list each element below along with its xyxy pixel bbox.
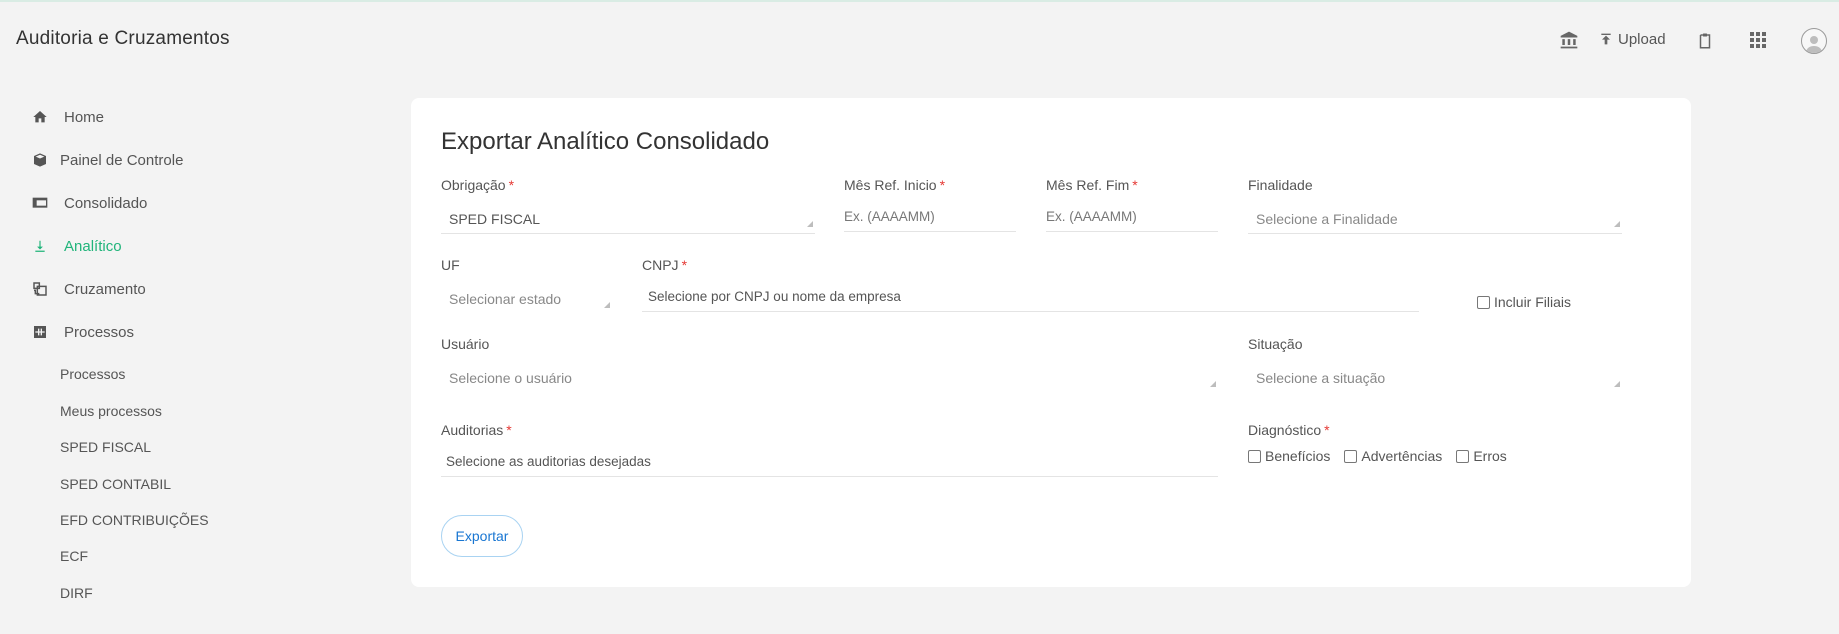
sidebar-subitem-meus-processos[interactable]: Meus processos	[60, 403, 162, 419]
sidebar-item-home[interactable]: Home	[30, 108, 104, 126]
auditorias-select[interactable]: Selecione as auditorias desejadas	[441, 447, 1218, 477]
diagnostico-option-label: Erros	[1473, 448, 1507, 464]
incluir-filiais-label: Incluir Filiais	[1494, 294, 1572, 310]
select-arrow-icon	[604, 302, 610, 308]
uf-label: UF	[441, 257, 460, 273]
finalidade-select[interactable]: Selecione a Finalidade	[1248, 204, 1622, 234]
sidebar-item-cruzamento[interactable]: Cruzamento	[30, 280, 146, 298]
diagnostico-erros-checkbox[interactable]: Erros	[1456, 448, 1507, 464]
apps-grid-icon[interactable]	[1750, 32, 1766, 48]
sidebar-item-label: Processos	[64, 323, 135, 341]
sidebar-subitem-efd-contribuicoes[interactable]: EFD CONTRIBUIÇÕES	[60, 512, 209, 528]
home-icon	[30, 108, 50, 126]
select-arrow-icon	[807, 221, 813, 227]
diagnostico-beneficios-checkbox[interactable]: Benefícios	[1248, 448, 1330, 464]
sidebar-subitem-sped-contabil[interactable]: SPED CONTABIL	[60, 476, 171, 492]
obrigacao-value: SPED FISCAL	[449, 210, 541, 227]
select-arrow-icon	[1210, 381, 1216, 387]
obrigacao-select[interactable]: SPED FISCAL	[441, 204, 815, 234]
user-avatar-icon[interactable]	[1801, 28, 1827, 54]
situacao-select[interactable]: Selecione a situação	[1248, 363, 1622, 393]
auditorias-label: Auditorias *	[441, 422, 512, 438]
diagnostico-advertencias-checkbox[interactable]: Advertências	[1344, 448, 1442, 464]
finalidade-label: Finalidade	[1248, 177, 1313, 193]
mes-inicio-placeholder: Ex. (AAAAMM)	[844, 209, 935, 224]
cnpj-input[interactable]: Selecione por CNPJ ou nome da empresa	[642, 282, 1419, 312]
sidebar-item-label: Analítico	[64, 237, 122, 255]
checkbox-box[interactable]	[1248, 449, 1261, 463]
sidebar-subitem-dirf[interactable]: DIRF	[60, 585, 93, 601]
export-form-card: Exportar Analítico Consolidado Obrigação…	[411, 98, 1691, 587]
export-button[interactable]: Exportar	[441, 515, 523, 557]
download-icon	[30, 237, 50, 255]
mes-fim-placeholder: Ex. (AAAAMM)	[1046, 209, 1137, 224]
checkbox-box[interactable]	[1456, 449, 1470, 463]
upload-label: Upload	[1618, 30, 1666, 48]
cnpj-placeholder: Selecione por CNPJ ou nome da empresa	[648, 289, 901, 304]
incluir-filiais-checkbox[interactable]: Incluir Filiais	[1477, 294, 1571, 310]
upload-button[interactable]: Upload	[1598, 30, 1666, 48]
auditorias-placeholder: Selecione as auditorias desejadas	[446, 454, 651, 469]
monitor-icon	[30, 194, 50, 212]
usuario-select[interactable]: Selecione o usuário	[441, 363, 1218, 393]
sidebar-item-label: Consolidado	[64, 194, 148, 212]
finalidade-placeholder: Selecione a Finalidade	[1256, 210, 1398, 227]
sidebar-item-label: Painel de Controle	[60, 151, 184, 169]
diagnostico-options: Benefícios Advertências Erros	[1248, 448, 1521, 464]
uf-select[interactable]: Selecionar estado	[441, 284, 612, 314]
sidebar: Home Painel de Controle Consolidado Anal…	[0, 2, 380, 634]
mes-inicio-label: Mês Ref. Inicio *	[844, 177, 946, 193]
situacao-label: Situação	[1248, 336, 1303, 352]
sidebar-subitem-ecf[interactable]: ECF	[60, 548, 88, 564]
sidebar-subitem-sped-fiscal[interactable]: SPED FISCAL	[60, 439, 151, 455]
cnpj-label: CNPJ *	[642, 257, 688, 273]
sidebar-subitem-processos[interactable]: Processos	[60, 366, 125, 382]
select-arrow-icon	[1614, 381, 1620, 387]
uf-placeholder: Selecionar estado	[449, 291, 562, 307]
sidebar-item-painel-de-controle[interactable]: Painel de Controle	[30, 151, 183, 169]
usuario-placeholder: Selecione o usuário	[449, 370, 572, 386]
upload-icon	[1601, 33, 1611, 45]
diagnostico-option-label: Advertências	[1361, 448, 1443, 464]
grid-cross-icon	[30, 280, 50, 298]
checkbox-box[interactable]	[1344, 449, 1358, 463]
sidebar-item-label: Cruzamento	[64, 280, 146, 298]
sidebar-item-analitico[interactable]: Analítico	[30, 237, 122, 255]
sidebar-item-processos[interactable]: Processos	[30, 323, 134, 341]
page-title: Exportar Analítico Consolidado	[441, 128, 770, 155]
mes-inicio-input[interactable]: Ex. (AAAAMM)	[844, 202, 1016, 232]
diagnostico-label: Diagnóstico *	[1248, 422, 1330, 438]
select-arrow-icon	[1614, 221, 1620, 227]
box-icon	[30, 151, 50, 169]
situacao-placeholder: Selecione a situação	[1256, 370, 1386, 386]
mes-fim-input[interactable]: Ex. (AAAAMM)	[1046, 202, 1218, 232]
clipboard-icon[interactable]	[1696, 30, 1714, 52]
process-icon	[30, 323, 50, 341]
checkbox-box[interactable]	[1477, 295, 1490, 309]
diagnostico-option-label: Benefícios	[1265, 448, 1331, 464]
obrigacao-label: Obrigação *	[441, 177, 515, 193]
sidebar-item-consolidado[interactable]: Consolidado	[30, 194, 147, 212]
mes-fim-label: Mês Ref. Fim *	[1046, 177, 1138, 193]
usuario-label: Usuário	[441, 336, 490, 352]
sidebar-item-label: Home	[64, 108, 105, 126]
bank-icon[interactable]	[1559, 30, 1579, 50]
